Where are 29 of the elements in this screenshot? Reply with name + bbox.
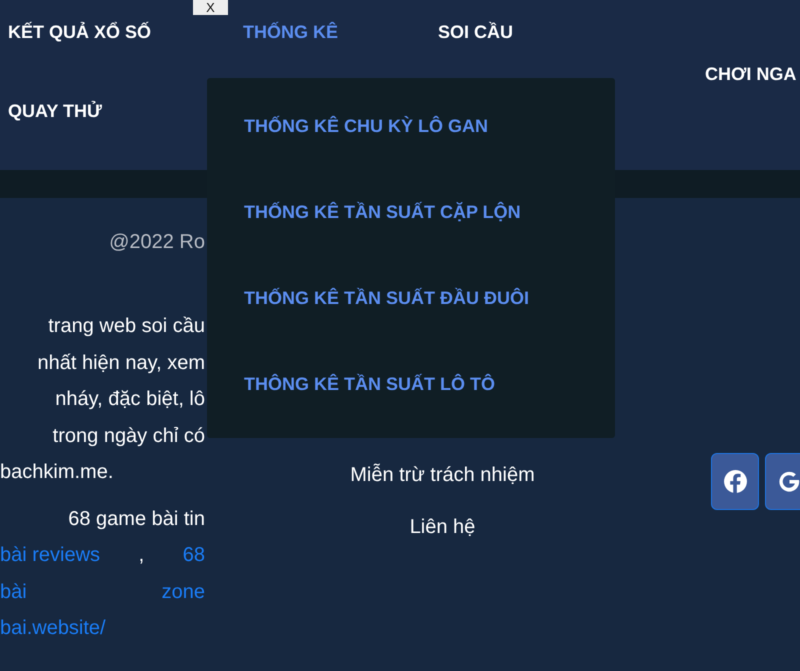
text-link[interactable]: zone <box>162 574 205 610</box>
body-text: bachkim.me. <box>0 460 114 485</box>
body-text: trong ngày chỉ có <box>52 424 205 448</box>
dropdown-item[interactable]: THỐNG KÊ CHU KỲ LÔ GAN <box>244 116 488 137</box>
nav-link[interactable]: SOI CẦU <box>438 22 514 42</box>
nav-link[interactable]: CHƠI NGA <box>705 64 796 85</box>
nav-link[interactable]: THỐNG KÊ <box>243 22 338 42</box>
close-button[interactable]: X <box>193 0 228 15</box>
google-icon <box>776 469 800 494</box>
body-text: nháy, đặc biệt, lô <box>55 387 205 412</box>
body-text: , <box>138 543 144 568</box>
text-link[interactable]: 68 <box>182 537 205 574</box>
social-button[interactable] <box>711 453 759 510</box>
facebook-icon <box>722 469 748 494</box>
nav-link[interactable]: KẾT QUẢ XỔ SỐ <box>8 22 152 42</box>
body-text: trang web soi cầu <box>48 314 205 339</box>
social-button[interactable] <box>765 453 800 510</box>
text-link[interactable]: bai.website/ <box>0 610 106 646</box>
text-link[interactable]: bài <box>0 574 27 610</box>
nav-link[interactable]: QUAY THỬ <box>8 100 102 122</box>
footer-link[interactable]: Miễn trừ trách nhiệm <box>350 461 535 490</box>
dropdown-item[interactable]: THÔNG KÊ TẦN SUẤT LÔ TÔ <box>244 374 495 395</box>
footer-link[interactable]: Liên hệ <box>410 513 476 542</box>
dropdown-item[interactable]: THỐNG KÊ TẦN SUẤT CẶP LỘN <box>244 202 521 223</box>
dropdown-item[interactable]: THỐNG KÊ TẦN SUẤT ĐẦU ĐUÔI <box>244 288 529 309</box>
body-text: nhất hiện nay, xem <box>37 350 205 376</box>
text-link[interactable]: bài reviews <box>0 537 100 574</box>
copyright-text: @2022 Ro <box>108 231 205 254</box>
body-text: 68 game bài tin <box>68 506 205 532</box>
